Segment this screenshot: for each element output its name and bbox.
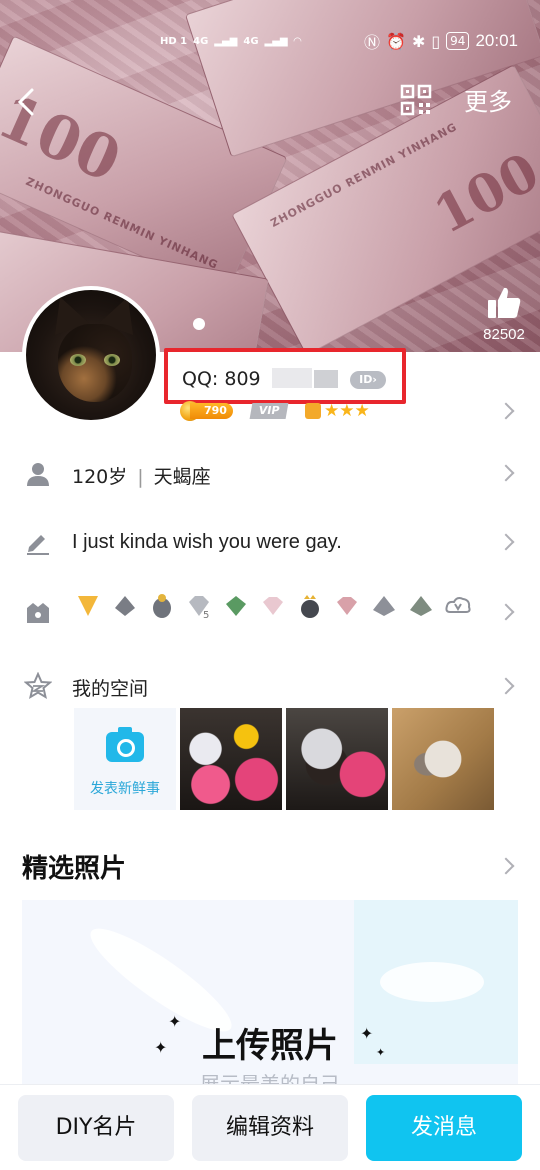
- more-button[interactable]: 更多: [464, 82, 512, 117]
- cat-face: [58, 324, 132, 402]
- back-button[interactable]: [12, 84, 42, 120]
- medal-list: 5: [74, 592, 472, 621]
- space-label: 我的空间: [72, 678, 149, 700]
- upload-title: 上传照片: [202, 1026, 338, 1066]
- medal-wall-icon: [27, 603, 49, 623]
- hd-indicator: HD 1: [160, 35, 188, 47]
- chevron-right-icon: [497, 464, 515, 482]
- id-badge[interactable]: ID›: [350, 371, 386, 389]
- badge-row[interactable]: 790 VIP ★★★: [180, 400, 370, 422]
- qq-level-stars: ★★★: [304, 401, 370, 421]
- level-number: 790: [190, 403, 233, 419]
- svg-text:5: 5: [203, 610, 209, 620]
- chevron-right-icon: [497, 603, 515, 621]
- redacted-mask: [314, 370, 338, 388]
- post-label: 发表新鲜事: [90, 781, 160, 797]
- upload-photo-area[interactable]: ✦ ✦ ✦ ✦ 上传照片 展示最美的自己: [22, 900, 518, 1090]
- medal-v-icon: [74, 592, 102, 620]
- post-new-button[interactable]: 发表新鲜事: [74, 708, 176, 810]
- signal-icon: ▂▄▆: [264, 35, 288, 47]
- top-nav: 更多: [0, 80, 540, 124]
- signal-indicators: HD 1 4G ▂▄▆ 4G ▂▄▆ ◠: [160, 26, 301, 56]
- medal-hat-icon: [111, 592, 139, 620]
- cat-eye: [70, 354, 86, 366]
- space-thumbnails: 发表新鲜事: [74, 708, 494, 810]
- carousel-indicator: [193, 318, 205, 330]
- space-photo[interactable]: [286, 708, 388, 810]
- vibrate-icon: ▯: [431, 31, 441, 51]
- thumbs-up-icon: [488, 287, 521, 318]
- fish-decoration: [380, 962, 484, 1002]
- network-indicator: 4G: [193, 35, 209, 47]
- chevron-left-icon: [17, 88, 34, 116]
- status-icons: Ⓝ ⏰ ✱ ▯ 94 20:01: [364, 26, 518, 56]
- crown-icon: [304, 403, 321, 419]
- medal-diamond-icon: 5: [185, 592, 213, 621]
- banknote-value: 100: [424, 141, 540, 247]
- chevron-right-icon: [497, 533, 515, 551]
- medal-green-hat-icon: [407, 592, 435, 620]
- medal-cloud-v-icon: [444, 592, 472, 620]
- like-button[interactable]: 82502: [478, 286, 530, 343]
- chevron-right-icon: [497, 857, 515, 875]
- person-icon: [27, 463, 49, 486]
- space-photo[interactable]: [392, 708, 494, 810]
- signature: I just kinda wish you were gay.: [72, 531, 342, 553]
- medal-green-diamond-icon: [222, 592, 250, 620]
- signal-icon: ▂▄▆: [214, 35, 238, 47]
- status-bar: HD 1 4G ▂▄▆ 4G ▂▄▆ ◠ Ⓝ ⏰ ✱ ▯ 94 20:01: [0, 26, 540, 56]
- wifi-icon: ◠: [293, 35, 302, 47]
- diy-card-button[interactable]: DIY名片: [18, 1095, 174, 1161]
- pencil-icon: [27, 535, 49, 555]
- chevron-right-icon: [497, 677, 515, 695]
- qr-code-button[interactable]: [400, 84, 432, 116]
- redacted-mask: [272, 368, 312, 388]
- level-badge: 790: [180, 401, 233, 421]
- star-icons: ★★★: [323, 401, 370, 421]
- qq-number: QQ: 809: [182, 368, 261, 390]
- bluetooth-icon: ✱: [411, 31, 426, 51]
- age: 120岁: [72, 466, 128, 488]
- cat-eye: [104, 354, 120, 366]
- battery-icon: 94: [446, 32, 470, 50]
- medal-rose-diamond-icon: [333, 592, 361, 620]
- star-outline-icon: [24, 672, 52, 700]
- vip-badge: VIP: [249, 403, 289, 419]
- clock: 20:01: [475, 31, 518, 50]
- qq-number-highlight[interactable]: QQ: 809 ID›: [164, 348, 406, 404]
- banknote-text: ZHONGGUO RENMIN YINHANG: [268, 120, 460, 230]
- id-badge-label: ID: [359, 373, 373, 386]
- qr-code-icon: [400, 84, 432, 116]
- bottom-action-bar: DIY名片 编辑资料 发消息: [0, 1084, 540, 1170]
- edit-profile-button[interactable]: 编辑资料: [192, 1095, 348, 1161]
- zodiac: 天蝎座: [153, 466, 211, 488]
- likes-count: 82502: [483, 326, 525, 343]
- chevron-right-icon: [497, 402, 515, 420]
- featured-photos-title[interactable]: 精选照片: [22, 848, 126, 885]
- medal-crown-penguin-icon: [296, 592, 324, 620]
- alarm-icon: ⏰: [386, 31, 406, 51]
- medal-pink-diamond-icon: [259, 592, 287, 620]
- separator: |: [137, 466, 144, 488]
- send-message-button[interactable]: 发消息: [366, 1095, 522, 1161]
- network-indicator: 4G: [243, 35, 259, 47]
- medal-grey-hat-icon: [370, 592, 398, 620]
- camera-icon: [106, 727, 144, 762]
- medal-penguin-icon: [148, 592, 176, 620]
- nfc-icon: Ⓝ: [364, 33, 381, 52]
- avatar[interactable]: [22, 286, 160, 424]
- space-photo[interactable]: [180, 708, 282, 810]
